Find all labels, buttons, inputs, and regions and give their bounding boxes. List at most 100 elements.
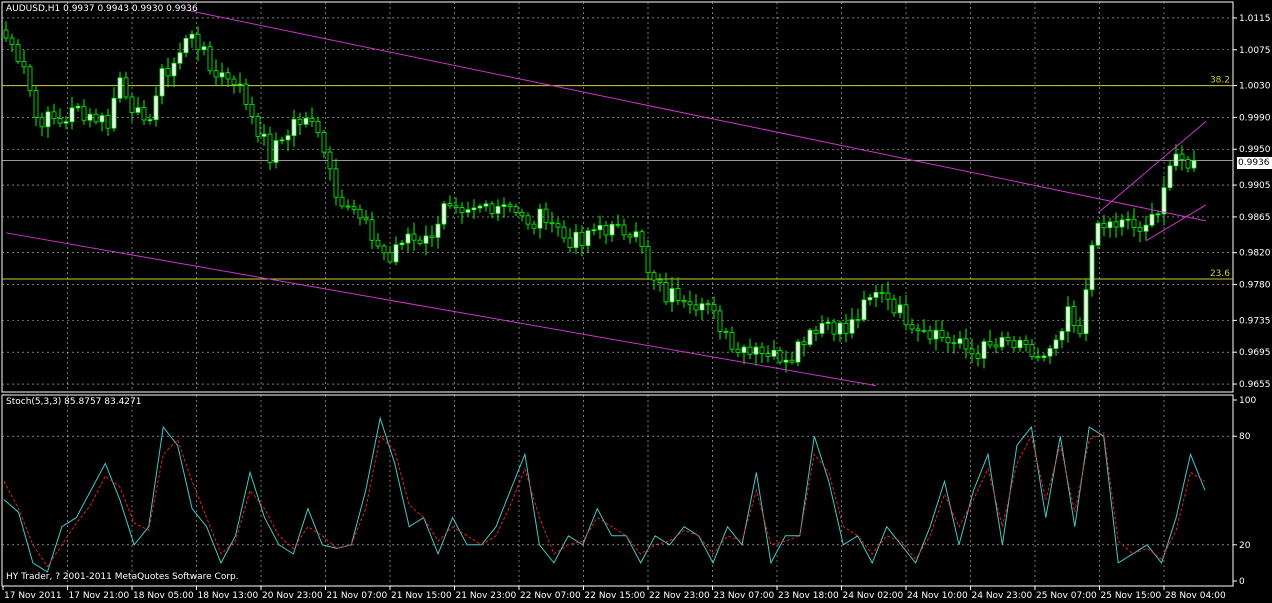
candle-body[interactable] [693, 304, 699, 311]
candle-body[interactable] [195, 33, 201, 51]
candle-body[interactable] [573, 231, 579, 249]
candle-body[interactable] [963, 338, 969, 350]
candle-body[interactable] [969, 348, 975, 355]
candle-body[interactable] [525, 215, 531, 225]
candle-body[interactable] [1041, 355, 1047, 358]
candle-body[interactable] [231, 78, 237, 85]
candle-body[interactable] [1185, 158, 1191, 169]
candle-body[interactable] [837, 322, 843, 335]
candle-body[interactable] [561, 226, 567, 239]
candle-body[interactable] [339, 196, 345, 207]
candle-body[interactable] [303, 117, 309, 125]
candle-body[interactable] [375, 239, 381, 247]
candle-body[interactable] [945, 337, 951, 344]
candle-body[interactable] [417, 239, 423, 244]
candle-body[interactable] [219, 72, 225, 78]
candle-body[interactable] [447, 203, 453, 207]
candle-body[interactable] [93, 113, 99, 123]
candle-body[interactable] [327, 151, 333, 170]
candle-body[interactable] [909, 324, 915, 330]
candle-body[interactable] [1071, 306, 1077, 327]
candle-body[interactable] [135, 107, 141, 113]
candle-body[interactable] [933, 329, 939, 340]
candle-body[interactable] [729, 332, 735, 350]
candle-body[interactable] [57, 118, 63, 124]
candle-body[interactable] [1119, 219, 1125, 228]
candle-body[interactable] [243, 83, 249, 105]
candle-body[interactable] [501, 204, 507, 207]
candle-body[interactable] [441, 203, 447, 225]
candle-body[interactable] [567, 237, 573, 249]
candle-body[interactable] [603, 225, 609, 236]
candle-body[interactable] [591, 229, 597, 232]
trend-line[interactable] [5, 232, 877, 387]
candle-body[interactable] [435, 223, 441, 238]
candle-body[interactable] [117, 77, 123, 99]
candle-body[interactable] [1191, 159, 1197, 169]
candle-body[interactable] [153, 95, 159, 121]
candle-body[interactable] [873, 291, 879, 298]
candle-body[interactable] [9, 37, 15, 45]
candle-body[interactable] [555, 223, 561, 228]
candle-body[interactable] [675, 288, 681, 301]
candle-body[interactable] [537, 208, 543, 229]
candle-body[interactable] [867, 297, 873, 301]
candle-body[interactable] [99, 115, 105, 123]
candle-body[interactable] [207, 46, 213, 72]
candle-body[interactable] [69, 107, 75, 123]
candle-body[interactable] [1053, 339, 1059, 349]
candle-body[interactable] [939, 329, 945, 338]
candle-body[interactable] [297, 118, 303, 125]
candle-body[interactable] [885, 292, 891, 300]
candle-body[interactable] [333, 168, 339, 198]
candle-body[interactable] [849, 319, 855, 334]
candle-body[interactable] [141, 107, 147, 121]
candle-body[interactable] [495, 206, 501, 214]
candle-body[interactable] [1065, 306, 1071, 332]
trend-line[interactable] [185, 9, 1207, 222]
candle-body[interactable] [747, 346, 753, 355]
candle-body[interactable] [819, 323, 825, 334]
candle-body[interactable] [825, 321, 831, 324]
candle-body[interactable] [1089, 244, 1095, 291]
candle-body[interactable] [975, 353, 981, 359]
candle-body[interactable] [789, 359, 795, 363]
candle-body[interactable] [657, 279, 663, 283]
candle-body[interactable] [285, 135, 291, 141]
candle-body[interactable] [201, 46, 207, 51]
candle-body[interactable] [381, 245, 387, 254]
candle-body[interactable] [915, 328, 921, 331]
candle-body[interactable] [687, 301, 693, 306]
candle-body[interactable] [213, 70, 219, 78]
candle-body[interactable] [1047, 348, 1053, 357]
candle-body[interactable] [429, 235, 435, 238]
candle-body[interactable] [321, 132, 327, 153]
candle-body[interactable] [831, 321, 837, 335]
candle-body[interactable] [1035, 356, 1041, 358]
candle-body[interactable] [33, 90, 39, 118]
candle-body[interactable] [585, 230, 591, 247]
candle-body[interactable] [891, 298, 897, 314]
candle-body[interactable] [87, 113, 93, 121]
candle-body[interactable] [21, 60, 27, 68]
candle-body[interactable] [723, 330, 729, 333]
candle-body[interactable] [1107, 221, 1113, 229]
candle-body[interactable] [987, 341, 993, 346]
candle-body[interactable] [363, 217, 369, 221]
candle-body[interactable] [1149, 214, 1155, 226]
candle-body[interactable] [1023, 339, 1029, 345]
candle-body[interactable] [3, 29, 9, 39]
candle-body[interactable] [225, 72, 231, 80]
candle-body[interactable] [255, 116, 261, 137]
candle-body[interactable] [519, 211, 525, 217]
candle-body[interactable] [1005, 337, 1011, 342]
candle-body[interactable] [393, 244, 399, 263]
candle-body[interactable] [801, 341, 807, 345]
candle-body[interactable] [75, 105, 81, 109]
candle-body[interactable] [357, 208, 363, 219]
candle-body[interactable] [651, 272, 657, 281]
candle-body[interactable] [81, 105, 87, 121]
candle-body[interactable] [489, 203, 495, 214]
candle-body[interactable] [927, 330, 933, 340]
candle-body[interactable] [405, 233, 411, 244]
